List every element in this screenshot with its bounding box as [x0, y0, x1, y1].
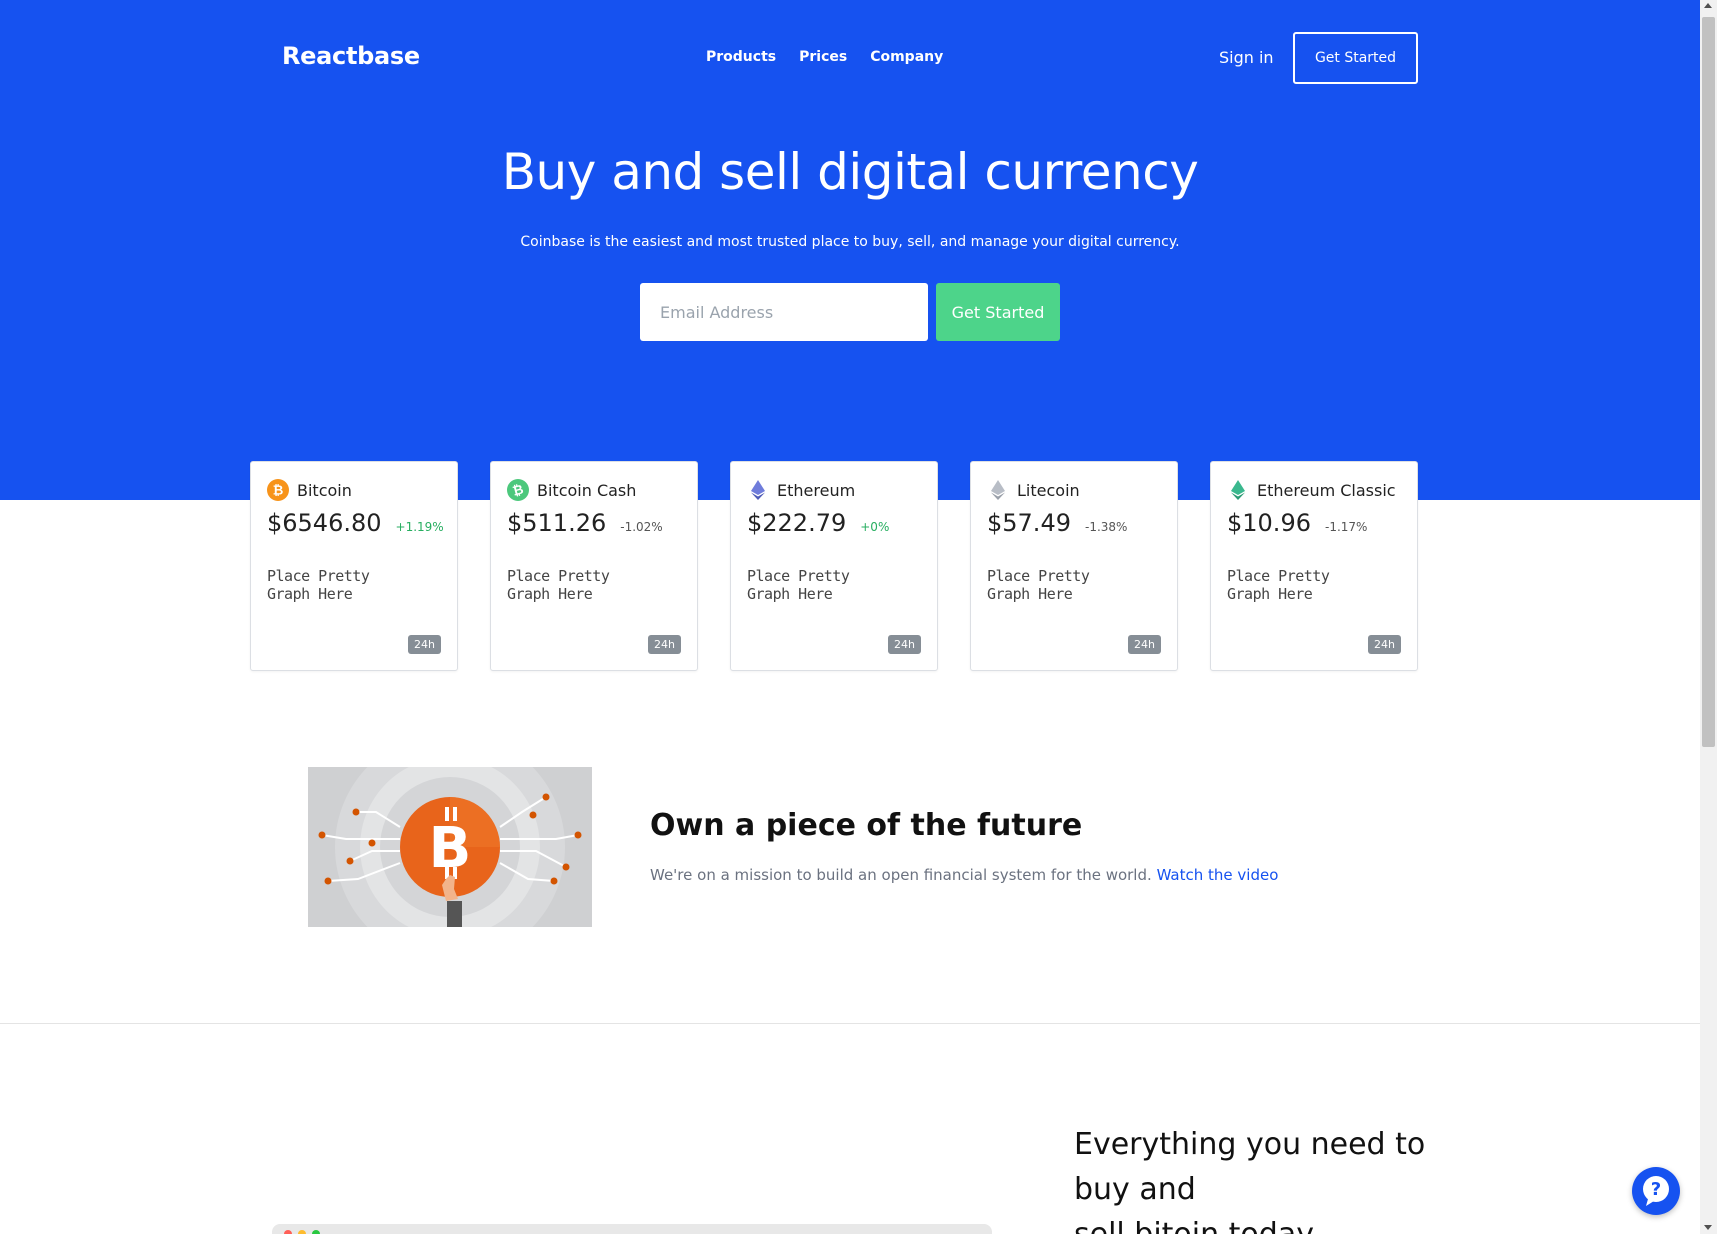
bottom-title-line-3: sell bitoin today — [1074, 1212, 1454, 1234]
card-header: Ethereum Classic — [1227, 479, 1396, 501]
main-nav: Products Prices Company — [706, 49, 943, 65]
price-card-bitcoin[interactable]: ₿ Bitcoin $6546.80 +1.19% Place Pretty G… — [250, 461, 458, 671]
price-row: $511.26 -1.02% — [507, 509, 663, 537]
price-row: $222.79 +0% — [747, 509, 889, 537]
price-change: -1.17% — [1324, 520, 1368, 534]
bottom-section-title: Everything you need to buy and sell bito… — [1074, 1122, 1454, 1234]
email-input[interactable] — [640, 283, 928, 341]
section-divider — [0, 1023, 1700, 1024]
price-change: +1.19% — [395, 520, 444, 534]
card-header: Litecoin — [987, 479, 1080, 501]
minimize-dot — [298, 1230, 306, 1234]
price-row: $6546.80 +1.19% — [267, 509, 444, 537]
hero-get-started-button[interactable]: Get Started — [936, 283, 1060, 341]
card-header: ₿ Bitcoin — [267, 479, 352, 501]
scroll-down-arrow-icon[interactable] — [1704, 1225, 1712, 1230]
coin-price: $57.49 — [987, 509, 1071, 537]
coin-price: $10.96 — [1227, 509, 1311, 537]
svg-text:B: B — [429, 816, 472, 881]
nav-company[interactable]: Company — [870, 49, 943, 65]
price-card-bitcoin-cash[interactable]: ₿ Bitcoin Cash $511.26 -1.02% Place Pret… — [490, 461, 698, 671]
coin-price: $6546.80 — [267, 509, 382, 537]
coin-name: Bitcoin — [297, 480, 352, 500]
bitcoin-icon: ₿ — [267, 479, 289, 501]
scroll-thumb[interactable] — [1702, 17, 1715, 747]
graph-placeholder: Place Pretty Graph Here — [987, 567, 1090, 603]
coin-name: Litecoin — [1017, 480, 1080, 500]
coin-price: $222.79 — [747, 509, 847, 537]
price-change: +0% — [860, 520, 890, 534]
nav-prices[interactable]: Prices — [799, 49, 847, 65]
coin-name: Bitcoin Cash — [537, 480, 637, 500]
sign-in-link[interactable]: Sign in — [1219, 48, 1274, 67]
bottom-title-line-2: buy and — [1074, 1172, 1196, 1207]
litecoin-icon — [987, 479, 1009, 501]
hero-subtitle: Coinbase is the easiest and most trusted… — [520, 234, 1180, 250]
svg-text:?: ? — [1651, 1179, 1661, 1200]
price-row: $10.96 -1.17% — [1227, 509, 1367, 537]
price-change: -1.02% — [620, 520, 663, 534]
vertical-scrollbar[interactable] — [1700, 0, 1717, 1234]
logo[interactable]: Reactbase — [282, 42, 420, 70]
graph-placeholder: Place Pretty Graph Here — [267, 567, 370, 603]
window-dots — [284, 1230, 320, 1234]
scroll-up-arrow-icon[interactable] — [1704, 3, 1712, 8]
nav-products[interactable]: Products — [706, 49, 776, 65]
timeframe-badge: 24h — [1128, 635, 1161, 654]
price-row: $57.49 -1.38% — [987, 509, 1127, 537]
feature-title: Own a piece of the future — [650, 808, 1083, 843]
graph-placeholder: Place Pretty Graph Here — [747, 567, 850, 603]
question-icon: ? — [1643, 1176, 1669, 1206]
bottom-title-line-1: Everything you need to — [1074, 1127, 1426, 1162]
feature-text: We're on a mission to build an open fina… — [650, 866, 1278, 884]
hero-title: Buy and sell digital currency — [501, 143, 1199, 201]
timeframe-badge: 24h — [408, 635, 441, 654]
card-header: ₿ Bitcoin Cash — [507, 479, 636, 501]
price-change: -1.38% — [1084, 520, 1128, 534]
timeframe-badge: 24h — [888, 635, 921, 654]
close-dot — [284, 1230, 292, 1234]
bitcoin-cash-icon: ₿ — [507, 479, 529, 501]
timeframe-badge: 24h — [648, 635, 681, 654]
header-get-started-button[interactable]: Get Started — [1293, 32, 1418, 84]
ethereum-icon — [747, 479, 769, 501]
device-mockup — [272, 1224, 992, 1234]
bitcoin-illustration: B — [308, 767, 592, 927]
price-cards: ₿ Bitcoin $6546.80 +1.19% Place Pretty G… — [250, 461, 1418, 671]
card-header: Ethereum — [747, 479, 855, 501]
hero-section: Reactbase Products Prices Company Sign i… — [0, 0, 1700, 500]
ethereum-classic-icon — [1227, 479, 1249, 501]
coin-name: Ethereum — [777, 480, 856, 500]
feature-description: We're on a mission to build an open fina… — [650, 866, 1152, 884]
graph-placeholder: Place Pretty Graph Here — [1227, 567, 1330, 603]
price-card-ethereum[interactable]: Ethereum $222.79 +0% Place Pretty Graph … — [730, 461, 938, 671]
price-card-ethereum-classic[interactable]: Ethereum Classic $10.96 -1.17% Place Pre… — [1210, 461, 1418, 671]
maximize-dot — [312, 1230, 320, 1234]
graph-placeholder: Place Pretty Graph Here — [507, 567, 610, 603]
page: Reactbase Products Prices Company Sign i… — [0, 0, 1700, 1234]
timeframe-badge: 24h — [1368, 635, 1401, 654]
coin-price: $511.26 — [507, 509, 607, 537]
svg-text:₿: ₿ — [273, 484, 284, 499]
help-chat-button[interactable]: ? — [1632, 1167, 1680, 1215]
watch-video-link[interactable]: Watch the video — [1157, 866, 1279, 884]
price-card-litecoin[interactable]: Litecoin $57.49 -1.38% Place Pretty Grap… — [970, 461, 1178, 671]
coin-name: Ethereum Classic — [1257, 480, 1396, 500]
